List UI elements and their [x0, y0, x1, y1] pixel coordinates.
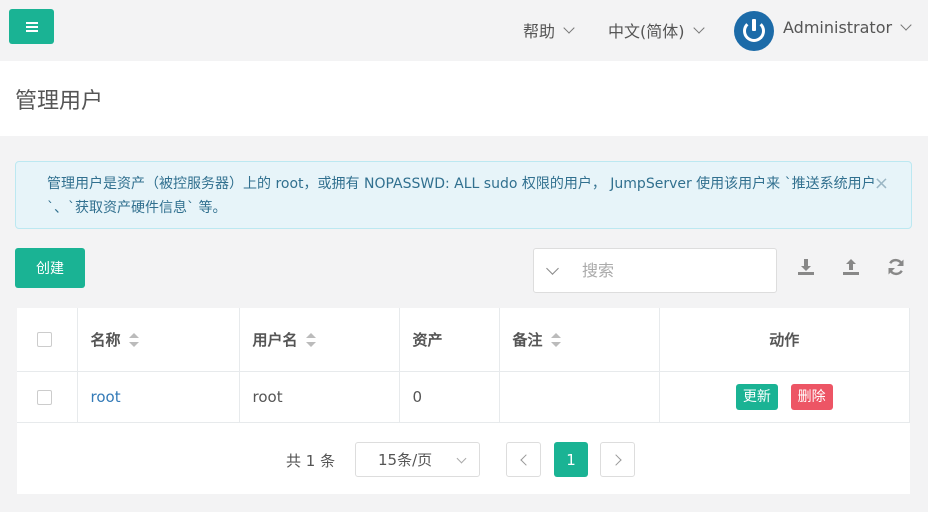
hamburger-icon: [25, 25, 38, 28]
column-header-name[interactable]: 名称: [77, 308, 240, 372]
column-label: 名称: [90, 330, 121, 349]
column-header-assets: 资产: [399, 308, 500, 372]
column-header-actions: 动作: [659, 308, 910, 372]
pagination-total: 共 1 条: [286, 452, 336, 470]
cell-comment: [499, 371, 660, 423]
cell-username: root: [239, 371, 400, 423]
sort-icon[interactable]: [128, 333, 139, 348]
top-navbar: 帮助 中文(简体) Administrator: [0, 0, 928, 60]
table-row: root root 0 更新 删除: [17, 371, 910, 423]
column-header-comment[interactable]: 备注: [499, 308, 660, 372]
current-page-button[interactable]: 1: [554, 442, 588, 477]
cell-assets: 0: [399, 371, 500, 423]
search-box: [533, 248, 777, 293]
create-button[interactable]: 创建: [15, 248, 85, 288]
column-label: 动作: [769, 330, 800, 349]
table-card: 名称 用户名 资产 备注 动作 root root 0 更新 删除 共 1 条: [17, 308, 910, 494]
page-size-label: 15条/页: [378, 451, 433, 469]
page-title: 管理用户: [15, 89, 104, 114]
chevron-down-icon: [563, 21, 575, 34]
prev-page-button[interactable]: [506, 442, 541, 477]
help-menu-label: 帮助: [523, 22, 556, 41]
pagination: 共 1 条 15条/页 1: [17, 432, 910, 494]
upload-icon[interactable]: [841, 257, 861, 277]
search-input[interactable]: [582, 261, 752, 280]
column-label: 资产: [412, 330, 443, 349]
close-icon[interactable]: ×: [874, 172, 889, 196]
table-header-row: 名称 用户名 资产 备注 动作: [17, 308, 910, 372]
chevron-down-icon[interactable]: [546, 261, 559, 275]
admin-users-table: 名称 用户名 资产 备注 动作 root root 0 更新 删除: [17, 308, 910, 423]
cell-actions: 更新 删除: [659, 371, 910, 423]
select-all-cell: [17, 308, 78, 372]
chevron-down-icon: [900, 19, 912, 31]
sort-icon[interactable]: [305, 333, 316, 348]
chevron-right-icon: [609, 453, 622, 466]
row-checkbox[interactable]: [37, 389, 52, 405]
column-label: 用户名: [252, 330, 298, 349]
sidebar-toggle-button[interactable]: [9, 9, 54, 44]
language-menu[interactable]: 中文(简体): [608, 18, 705, 42]
help-menu[interactable]: 帮助: [523, 18, 575, 42]
select-all-checkbox[interactable]: [37, 332, 52, 348]
column-label: 备注: [512, 330, 543, 349]
user-name: Administrator: [783, 18, 893, 37]
chevron-down-icon: [692, 21, 705, 34]
column-header-username[interactable]: 用户名: [239, 308, 400, 372]
avatar[interactable]: [734, 11, 774, 51]
next-page-button[interactable]: [600, 442, 635, 477]
delete-button[interactable]: 删除: [790, 383, 833, 410]
info-alert: 管理用户是资产（被控服务器）上的 root，或拥有 NOPASSWD: ALL …: [15, 161, 912, 229]
cell-name: root: [77, 371, 240, 423]
refresh-icon[interactable]: [886, 257, 906, 277]
row-select-cell: [17, 371, 78, 423]
sort-icon[interactable]: [550, 333, 561, 348]
alert-text: 管理用户是资产（被控服务器）上的 root，或拥有 NOPASSWD: ALL …: [47, 176, 876, 216]
chevron-left-icon: [519, 453, 532, 466]
user-menu[interactable]: Administrator: [783, 18, 912, 37]
download-icon[interactable]: [796, 257, 816, 277]
page-size-select[interactable]: 15条/页: [355, 442, 480, 477]
update-button[interactable]: 更新: [735, 383, 778, 410]
chevron-down-icon: [456, 453, 467, 464]
language-menu-label: 中文(简体): [608, 22, 685, 41]
power-icon-bar: [752, 19, 756, 31]
user-name-link[interactable]: root: [91, 388, 121, 406]
page-header: 管理用户: [0, 61, 928, 136]
